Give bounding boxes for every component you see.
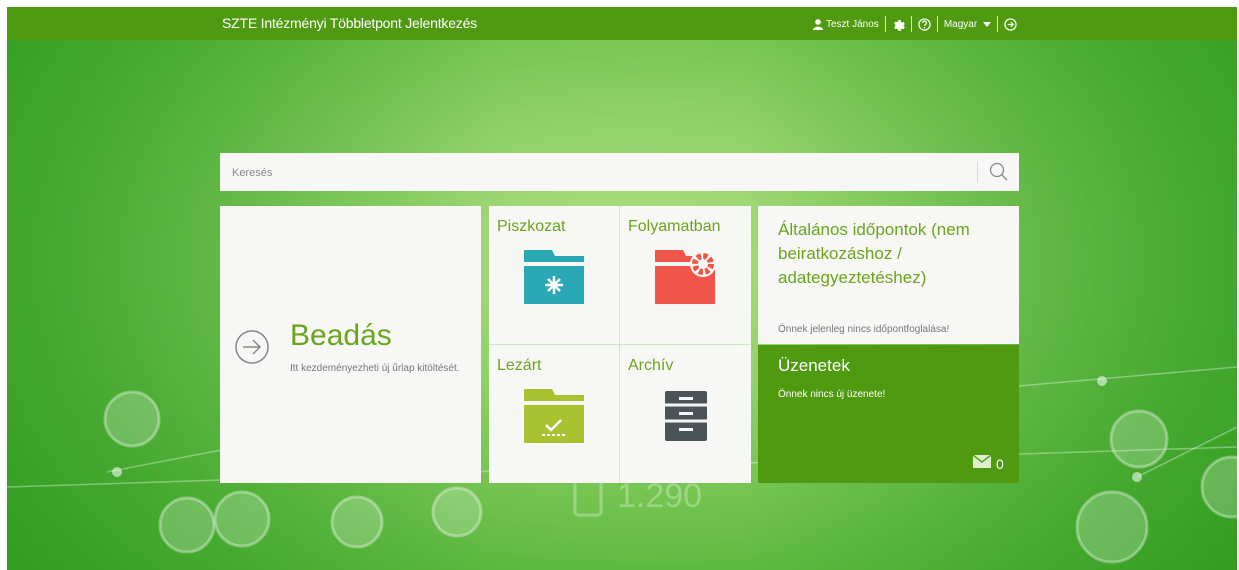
help-icon[interactable] [918, 17, 931, 31]
archive-label: Archív [628, 357, 674, 374]
messages-note: Önnek nincs új üzenete! [778, 389, 886, 400]
in-progress-tile[interactable]: Folyamatban [620, 206, 751, 344]
messages-tile[interactable]: Üzenetek Önnek nincs új üzenete! 0 [758, 345, 1019, 483]
archive-tile[interactable]: Archív [620, 345, 751, 483]
search-divider [977, 161, 978, 183]
appointments-note: Önnek jelenleg nincs időpontfoglalása! [778, 324, 950, 335]
app-frame: 1.290 SZTE Intézményi Többletpont Jelent… [7, 7, 1237, 570]
arrow-right-circle-icon [234, 329, 270, 370]
user-icon [813, 18, 823, 30]
logout-icon[interactable] [1004, 17, 1017, 31]
top-bar-actions: Teszt János Magyar [813, 14, 1017, 34]
separator [884, 16, 886, 32]
language-label: Magyar [943, 18, 978, 30]
search-bar [220, 153, 1019, 191]
separator [936, 16, 938, 32]
appointments-title: Általános időpontok (nem beiratkozáshoz … [778, 220, 970, 287]
separator [910, 16, 912, 32]
in-progress-folder-gear-icon [655, 250, 719, 310]
messages-counter: 0 [972, 454, 1004, 473]
separator [997, 16, 999, 32]
user-name-link[interactable]: Teszt János [826, 19, 879, 30]
top-bar: SZTE Intézményi Többletpont Jelentkezés … [7, 7, 1237, 40]
settings-gear-icon[interactable] [892, 18, 905, 31]
submit-description: Itt kezdeményezheti új űrlap kitöltését. [290, 363, 460, 374]
appointments-tile[interactable]: Általános időpontok (nem beiratkozáshoz … [758, 206, 1019, 344]
archive-cabinet-icon [655, 389, 715, 449]
chevron-down-icon [983, 21, 992, 27]
status-grid: Piszkozat Folyamatban Lezárt Archív [489, 206, 751, 483]
in-progress-label: Folyamatban [628, 218, 721, 235]
draft-label: Piszkozat [497, 218, 566, 235]
search-input[interactable] [230, 162, 974, 184]
draft-tile[interactable]: Piszkozat [489, 206, 619, 344]
closed-tile[interactable]: Lezárt [489, 345, 619, 483]
language-selector[interactable]: Magyar [943, 18, 992, 30]
messages-count: 0 [996, 456, 1004, 472]
app-title: SZTE Intézményi Többletpont Jelentkezés [222, 15, 477, 31]
search-icon[interactable] [988, 161, 1010, 183]
closed-folder-check-icon [524, 389, 584, 449]
envelope-icon [972, 454, 992, 473]
closed-label: Lezárt [497, 357, 542, 374]
draft-folder-icon [524, 250, 584, 310]
submit-title: Beadás [290, 319, 392, 352]
messages-title: Üzenetek [778, 356, 850, 375]
submit-tile[interactable]: Beadás Itt kezdeményezheti új űrlap kitö… [220, 206, 481, 483]
